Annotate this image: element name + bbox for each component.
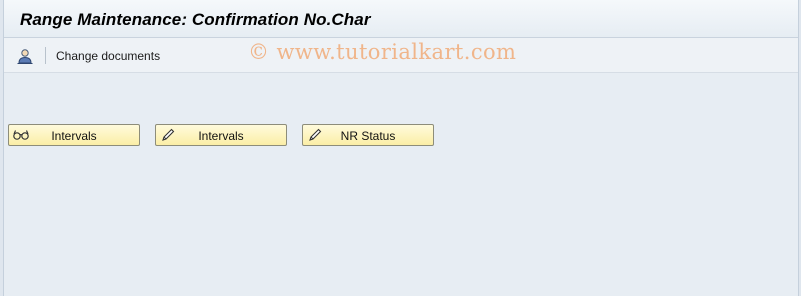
button-label: Intervals — [51, 129, 97, 143]
page-title: Range Maintenance: Confirmation No.Char — [20, 10, 371, 29]
change-documents-button[interactable]: Change documents — [56, 49, 160, 63]
button-label: NR Status — [340, 129, 396, 143]
watermark: © www.tutorialkart.com — [248, 40, 517, 64]
application-frame: Range Maintenance: Confirmation No.Char … — [3, 0, 799, 296]
display-intervals-button[interactable]: Intervals — [8, 124, 140, 146]
user-document-icon[interactable] — [16, 47, 34, 65]
button-label: Intervals — [198, 129, 244, 143]
change-intervals-button[interactable]: Intervals — [155, 124, 287, 146]
title-bar: Range Maintenance: Confirmation No.Char — [4, 0, 798, 38]
nr-status-button[interactable]: NR Status — [302, 124, 434, 146]
toolbar-separator — [45, 47, 46, 64]
